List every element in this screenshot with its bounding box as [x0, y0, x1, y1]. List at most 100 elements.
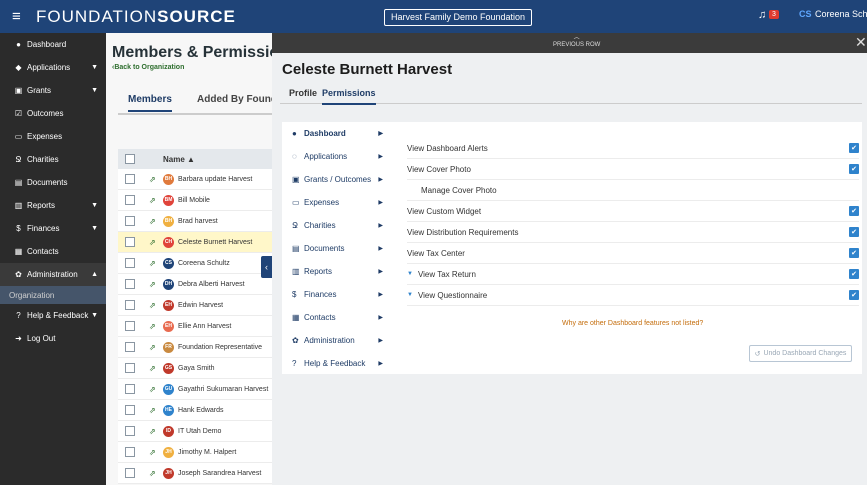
external-link-icon[interactable]: ⇗: [149, 448, 159, 457]
why-features-link[interactable]: Why are other Dashboard features not lis…: [562, 320, 703, 327]
external-link-icon[interactable]: ⇗: [149, 196, 159, 205]
undo-changes-button[interactable]: ↺ Undo Dashboard Changes: [749, 345, 852, 362]
sidebar-item-applications[interactable]: ◆ Applications ▼: [0, 56, 106, 79]
row-checkbox[interactable]: [125, 279, 135, 289]
row-checkbox[interactable]: [125, 237, 135, 247]
user-avatar[interactable]: CS: [799, 9, 812, 19]
row-checkbox[interactable]: [125, 258, 135, 268]
member-name[interactable]: Bill Mobile: [178, 197, 210, 204]
expand-icon[interactable]: ▼: [407, 292, 413, 298]
external-link-icon[interactable]: ⇗: [149, 427, 159, 436]
sidebar-item-dashboard[interactable]: ● Dashboard: [0, 33, 106, 56]
table-row[interactable]: ⇗ CH Celeste Burnett Harvest: [118, 232, 274, 253]
notification-badge[interactable]: 3: [769, 10, 779, 19]
close-icon[interactable]: ✕: [855, 34, 867, 51]
sidebar-item-documents[interactable]: ▤ Documents: [0, 171, 106, 194]
sidebar-subitem-organization[interactable]: Organization: [0, 286, 106, 304]
table-row[interactable]: ⇗ DH Debra Alberti Harvest: [118, 274, 274, 295]
category-contacts[interactable]: ▦ Contacts ▶: [282, 306, 389, 329]
sidebar-item-charities[interactable]: Ջ Charities: [0, 148, 106, 171]
sidebar-item-administration[interactable]: ✿ Administration ▲: [0, 263, 106, 286]
member-name[interactable]: Ellie Ann Harvest: [178, 323, 231, 330]
row-checkbox[interactable]: [125, 216, 135, 226]
sidebar-item-reports[interactable]: ▥ Reports ▼: [0, 194, 106, 217]
external-link-icon[interactable]: ⇗: [149, 301, 159, 310]
row-checkbox[interactable]: [125, 384, 135, 394]
member-name[interactable]: Debra Alberti Harvest: [178, 281, 245, 288]
table-row[interactable]: ⇗ JH Joseph Sarandrea Harvest: [118, 463, 274, 484]
collapse-panel-button[interactable]: ‹: [261, 256, 272, 278]
category-documents[interactable]: ▤ Documents ▶: [282, 237, 389, 260]
table-row[interactable]: ⇗ CS Coreena Schultz: [118, 253, 274, 274]
member-name[interactable]: Jimothy M. Halpert: [178, 449, 236, 456]
row-checkbox[interactable]: [125, 300, 135, 310]
member-name[interactable]: Brad harvest: [178, 218, 218, 225]
sidebar-item-finances[interactable]: $ Finances ▼: [0, 217, 106, 240]
tab-permissions[interactable]: Permissions: [322, 88, 376, 105]
category-dashboard[interactable]: ● Dashboard ▶: [282, 122, 389, 145]
row-checkbox[interactable]: [125, 342, 135, 352]
table-row[interactable]: ⇗ EH Edwin Harvest: [118, 295, 274, 316]
category-applications[interactable]: ◌ Applications ▶: [282, 145, 389, 168]
category-grants-outcomes[interactable]: ▣ Grants / Outcomes ▶: [282, 168, 389, 191]
row-checkbox[interactable]: [125, 321, 135, 331]
table-row[interactable]: ⇗ BH Brad harvest: [118, 211, 274, 232]
select-all-checkbox[interactable]: [125, 154, 135, 164]
permission-checkbox[interactable]: ✔: [849, 290, 859, 300]
foundation-selector-button[interactable]: Harvest Family Demo Foundation: [384, 9, 533, 26]
menu-icon[interactable]: ≡: [12, 8, 30, 25]
row-checkbox[interactable]: [125, 447, 135, 457]
external-link-icon[interactable]: ⇗: [149, 343, 159, 352]
category-reports[interactable]: ▥ Reports ▶: [282, 260, 389, 283]
external-link-icon[interactable]: ⇗: [149, 364, 159, 373]
table-row[interactable]: ⇗ BH Barbara update Harvest: [118, 169, 274, 190]
external-link-icon[interactable]: ⇗: [149, 238, 159, 247]
category-administration[interactable]: ✿ Administration ▶: [282, 329, 389, 352]
permission-checkbox[interactable]: ✔: [849, 248, 859, 258]
external-link-icon[interactable]: ⇗: [149, 322, 159, 331]
table-row[interactable]: ⇗ GS Gaya Smith: [118, 358, 274, 379]
permission-checkbox[interactable]: ✔: [849, 269, 859, 279]
back-to-organization-link[interactable]: ‹Back to Organization: [112, 64, 184, 71]
table-row[interactable]: ⇗ EH Ellie Ann Harvest: [118, 316, 274, 337]
permission-checkbox[interactable]: ✔: [849, 206, 859, 216]
previous-row-button[interactable]: ︿ PREVIOUS ROW: [553, 35, 600, 49]
table-row[interactable]: ⇗ JH Jimothy M. Halpert: [118, 442, 274, 463]
category-charities[interactable]: Ջ Charities ▶: [282, 214, 389, 237]
external-link-icon[interactable]: ⇗: [149, 175, 159, 184]
name-column-header[interactable]: Name ▲: [163, 155, 195, 164]
member-name[interactable]: Foundation Representative: [178, 344, 262, 351]
sidebar-item-logout[interactable]: ➜ Log Out: [0, 327, 106, 350]
member-name[interactable]: Gayathri Sukumaran Harvest: [178, 386, 268, 393]
external-link-icon[interactable]: ⇗: [149, 217, 159, 226]
row-checkbox[interactable]: [125, 426, 135, 436]
row-checkbox[interactable]: [125, 405, 135, 415]
tab-members[interactable]: Members: [128, 94, 172, 112]
member-name[interactable]: Barbara update Harvest: [178, 176, 252, 183]
row-checkbox[interactable]: [125, 195, 135, 205]
user-name[interactable]: Coreena Schultz: [815, 9, 867, 19]
external-link-icon[interactable]: ⇗: [149, 259, 159, 268]
table-row[interactable]: ⇗ GU Gayathri Sukumaran Harvest: [118, 379, 274, 400]
logo[interactable]: FOUNDATIONSOURCE: [36, 7, 236, 27]
member-name[interactable]: Joseph Sarandrea Harvest: [178, 470, 261, 477]
tab-profile[interactable]: Profile: [289, 88, 317, 98]
sidebar-item-expenses[interactable]: ▭ Expenses: [0, 125, 106, 148]
category-expenses[interactable]: ▭ Expenses ▶: [282, 191, 389, 214]
external-link-icon[interactable]: ⇗: [149, 385, 159, 394]
table-row[interactable]: ⇗ ID IT Utah Demo: [118, 421, 274, 442]
row-checkbox[interactable]: [125, 468, 135, 478]
table-row[interactable]: ⇗ FR Foundation Representative: [118, 337, 274, 358]
member-name[interactable]: Gaya Smith: [178, 365, 215, 372]
category-help-feedback[interactable]: ? Help & Feedback ▶: [282, 352, 389, 375]
external-link-icon[interactable]: ⇗: [149, 469, 159, 478]
member-name[interactable]: Coreena Schultz: [178, 260, 230, 267]
row-checkbox[interactable]: [125, 174, 135, 184]
member-name[interactable]: Hank Edwards: [178, 407, 224, 414]
member-name[interactable]: IT Utah Demo: [178, 428, 221, 435]
sidebar-item-grants[interactable]: ▣ Grants ▼: [0, 79, 106, 102]
permission-checkbox[interactable]: ✔: [849, 143, 859, 153]
bell-icon[interactable]: ♫: [758, 9, 766, 21]
sidebar-item-help-feedback[interactable]: ? Help & Feedback ▼: [0, 304, 106, 327]
member-name[interactable]: Edwin Harvest: [178, 302, 223, 309]
